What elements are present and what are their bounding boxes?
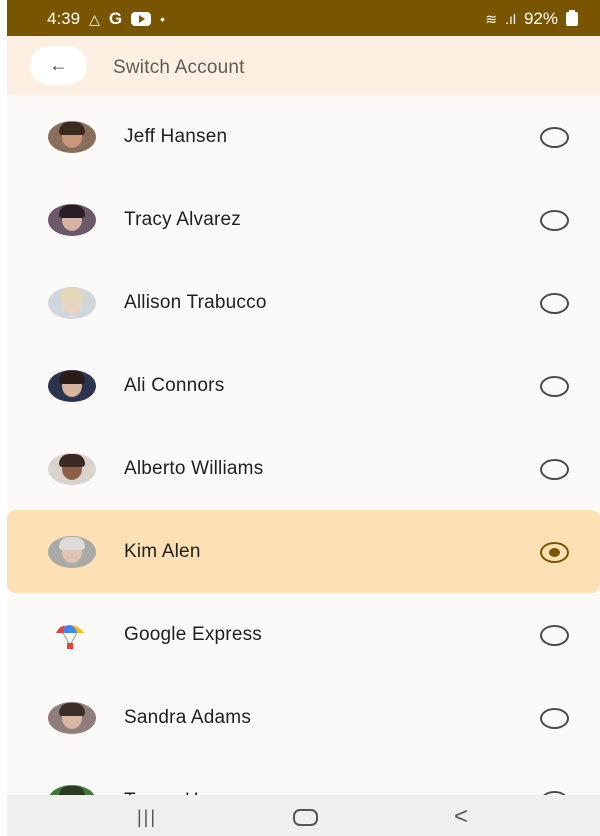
parachute-icon	[56, 625, 84, 649]
status-left: 4:39 △ G •	[47, 9, 165, 29]
system-back-button[interactable]: <	[454, 803, 468, 831]
back-arrow-icon: ←	[49, 55, 68, 75]
account-row-ali-connors[interactable]: Ali Connors	[7, 344, 600, 427]
account-row-kim-alen[interactable]: Kim Alen	[7, 510, 600, 593]
status-bar: 4:39 △ G • ≋ .ıl 92%	[7, 0, 600, 36]
account-name: Sandra Adams	[124, 707, 252, 728]
recents-button[interactable]: |||	[137, 807, 157, 828]
account-name: Ali Connors	[124, 375, 225, 396]
radio-button[interactable]	[540, 625, 569, 646]
account-row-tracy-alvarez[interactable]: Tracy Alvarez	[7, 178, 600, 261]
battery-percent: 92%	[523, 9, 558, 28]
radio-button[interactable]	[540, 127, 569, 148]
account-name: Tracy Alvarez	[124, 209, 241, 230]
battery-charging-icon	[566, 10, 578, 26]
avatar	[48, 370, 96, 402]
cloud-icon: △	[89, 10, 100, 27]
radio-button[interactable]	[540, 459, 569, 480]
page-title: Switch Account	[113, 57, 245, 78]
avatar	[48, 287, 96, 319]
radio-button[interactable]	[540, 376, 569, 397]
account-row-allison-trabucco[interactable]: Allison Trabucco	[7, 261, 600, 344]
account-row-sandra-adams[interactable]: Sandra Adams	[7, 676, 600, 759]
app-frame: 4:39 △ G • ≋ .ıl 92% ← Switch Account Je…	[7, 0, 600, 836]
google-icon: G	[108, 9, 123, 28]
wifi-icon: ≋	[485, 10, 498, 27]
app-header: ← Switch Account	[7, 36, 600, 95]
account-row-google-express[interactable]: Google Express	[7, 593, 600, 676]
radio-button[interactable]	[540, 210, 569, 231]
avatar	[48, 702, 96, 734]
radio-button[interactable]	[540, 293, 569, 314]
system-nav-bar: ||| <	[7, 795, 600, 836]
radio-button-selected[interactable]	[540, 542, 569, 563]
avatar	[48, 204, 96, 236]
status-right: ≋ .ıl 92%	[485, 9, 578, 29]
dot-icon: •	[160, 10, 166, 27]
account-row-alberto-williams[interactable]: Alberto Williams	[7, 427, 600, 510]
avatar	[48, 536, 96, 568]
back-button[interactable]: ←	[30, 46, 87, 85]
account-name: Jeff Hansen	[124, 126, 228, 147]
account-name: Google Express	[124, 624, 262, 645]
home-button[interactable]	[293, 809, 318, 826]
google-express-logo	[48, 619, 96, 651]
account-list: Jeff Hansen Tracy Alvarez Allison Trabuc…	[7, 95, 600, 836]
account-name: Kim Alen	[124, 541, 201, 562]
radio-button[interactable]	[540, 708, 569, 729]
account-name: Allison Trabucco	[124, 292, 267, 313]
youtube-icon	[131, 12, 152, 26]
avatar	[48, 121, 96, 153]
signal-icon: .ıl	[505, 10, 516, 27]
status-time: 4:39	[47, 9, 81, 28]
account-row-jeff-hansen[interactable]: Jeff Hansen	[7, 95, 600, 178]
avatar	[48, 453, 96, 485]
account-name: Alberto Williams	[124, 458, 264, 479]
